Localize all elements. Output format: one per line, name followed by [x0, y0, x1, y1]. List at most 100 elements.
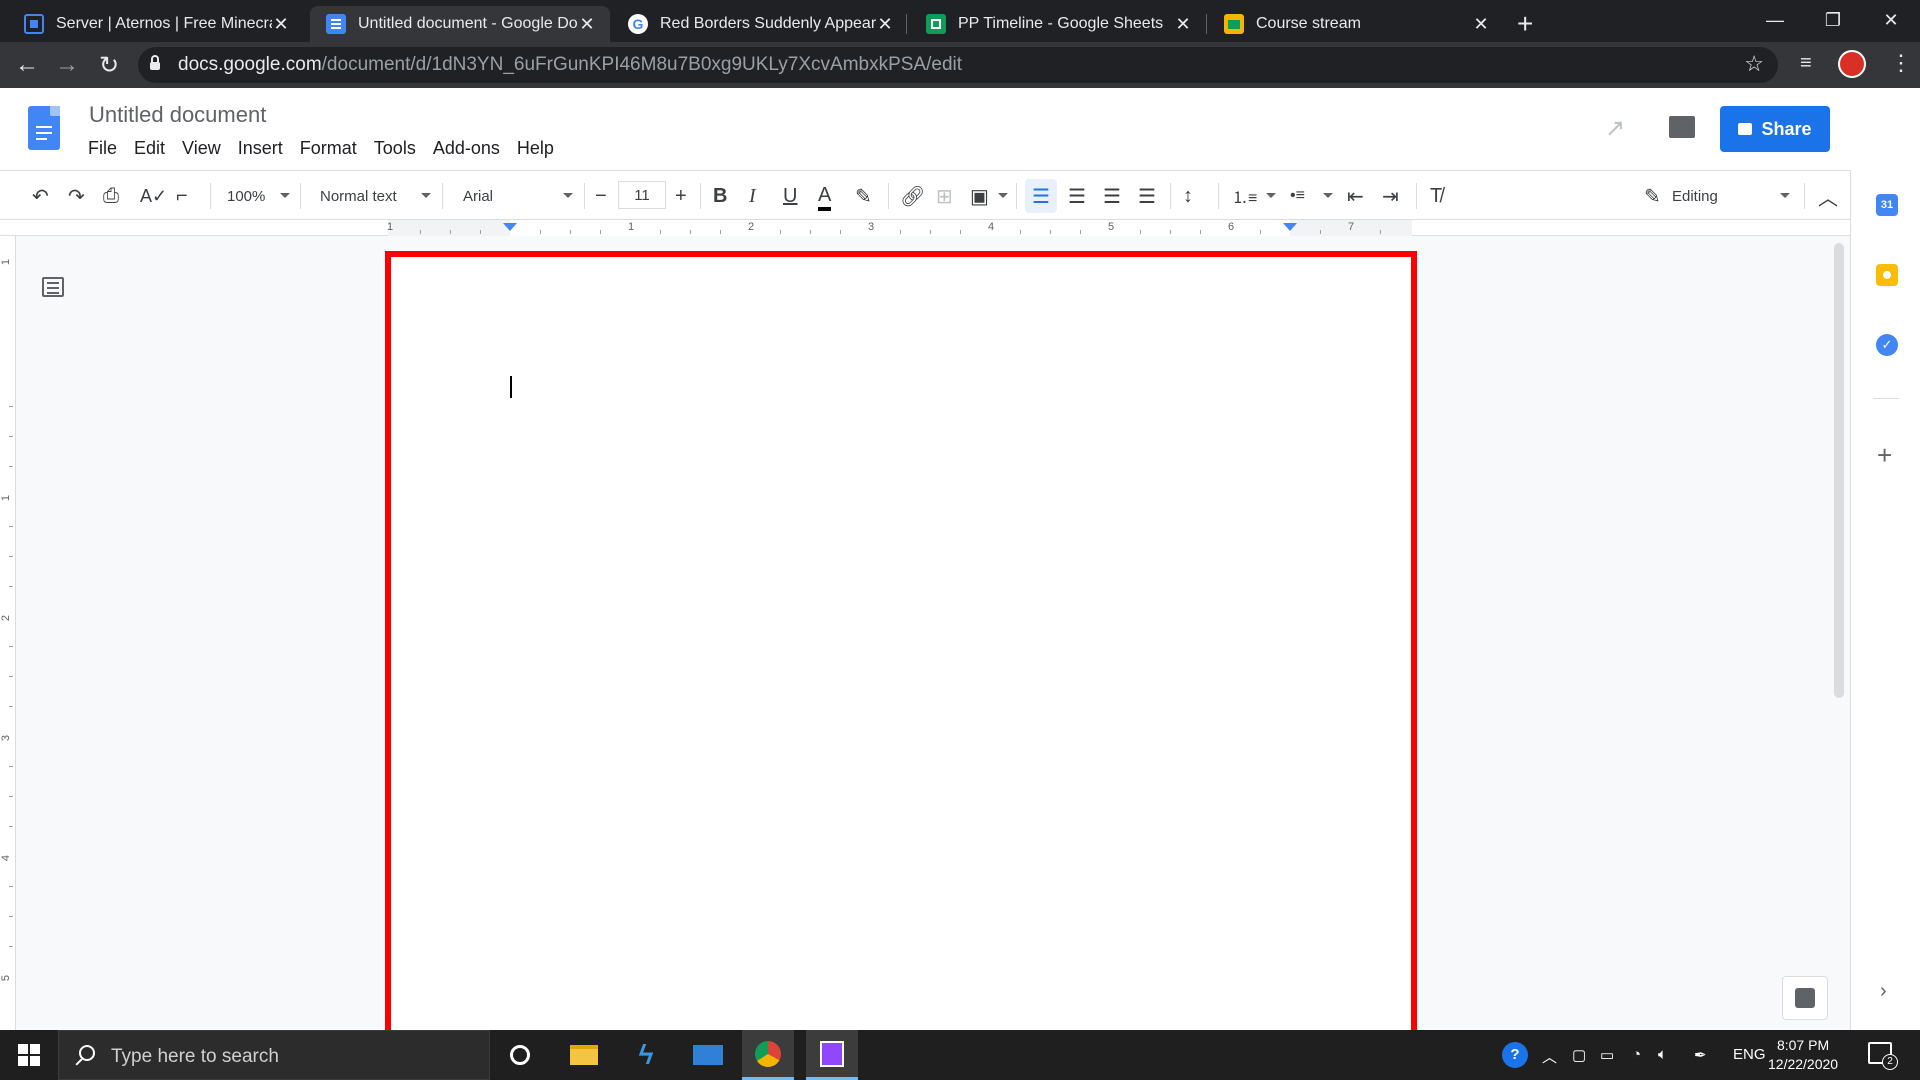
- insert-image-icon[interactable]: ▣: [970, 183, 989, 209]
- close-icon[interactable]: ✕: [1174, 14, 1192, 35]
- cortana-icon[interactable]: [494, 1030, 546, 1080]
- paint-format-icon[interactable]: ⌐: [176, 183, 188, 209]
- editing-mode-pencil-icon[interactable]: ✎: [1644, 183, 1661, 209]
- close-window-button[interactable]: ✕: [1864, 0, 1918, 40]
- menu-view[interactable]: View: [182, 138, 221, 159]
- document-outline-icon[interactable]: [42, 277, 64, 297]
- paragraph-style-select[interactable]: Normal text: [320, 183, 397, 209]
- back-button[interactable]: ←: [12, 50, 42, 80]
- increase-indent-icon[interactable]: ⇥: [1382, 183, 1399, 209]
- decrease-indent-icon[interactable]: ⇤: [1347, 183, 1364, 209]
- chevron-down-icon[interactable]: [1780, 193, 1790, 198]
- google-calendar-icon[interactable]: 31: [1876, 194, 1898, 216]
- activity-dashboard-icon[interactable]: ↗: [1605, 114, 1631, 142]
- menu-insert[interactable]: Insert: [238, 138, 283, 159]
- right-indent-marker[interactable]: [1283, 223, 1297, 231]
- align-right-icon[interactable]: ☰: [1103, 183, 1121, 209]
- google-tasks-icon[interactable]: ✓: [1876, 334, 1898, 356]
- clock[interactable]: 8:07 PM 12/22/2020: [1768, 1036, 1838, 1074]
- browser-menu-icon[interactable]: ⋮: [1890, 50, 1912, 76]
- get-add-ons-plus-icon[interactable]: +: [1877, 440, 1892, 471]
- tab-google-docs[interactable]: Untitled document - Google Docs ✕: [310, 6, 610, 42]
- volume-icon[interactable]: 🔈︎: [1658, 1046, 1667, 1063]
- tab-red-borders[interactable]: G Red Borders Suddenly Appearing ✕: [612, 6, 908, 42]
- chevron-down-icon[interactable]: [421, 193, 431, 198]
- document-page[interactable]: [385, 251, 1417, 1051]
- close-icon[interactable]: ✕: [272, 14, 290, 35]
- increase-font-size-icon[interactable]: +: [675, 183, 687, 209]
- chevron-down-icon[interactable]: [280, 193, 290, 198]
- profile-avatar[interactable]: [1838, 50, 1866, 78]
- insert-link-icon[interactable]: 🔗︎: [900, 183, 925, 209]
- menu-tools[interactable]: Tools: [374, 138, 416, 159]
- editing-mode-select[interactable]: Editing: [1672, 183, 1718, 209]
- document-title[interactable]: Untitled document: [89, 102, 266, 128]
- share-button[interactable]: Share: [1720, 106, 1830, 152]
- twitch-icon[interactable]: [806, 1030, 858, 1080]
- chrome-icon[interactable]: [742, 1030, 794, 1080]
- clear-formatting-icon[interactable]: T̸: [1430, 183, 1442, 209]
- menu-format[interactable]: Format: [300, 138, 357, 159]
- tab-pp-timeline[interactable]: PP Timeline - Google Sheets ✕: [910, 6, 1206, 42]
- redo-icon[interactable]: ↷: [68, 183, 85, 209]
- bulleted-list-icon[interactable]: •≡: [1290, 183, 1305, 209]
- justify-icon[interactable]: ☰: [1138, 183, 1156, 209]
- horizontal-ruler[interactable]: 1 1 2 3 4 5 6 7: [0, 220, 1850, 236]
- align-left-icon[interactable]: ☰: [1032, 183, 1050, 209]
- align-center-icon[interactable]: ☰: [1068, 183, 1086, 209]
- menu-edit[interactable]: Edit: [134, 138, 165, 159]
- lock-icon[interactable]: [150, 55, 160, 70]
- restore-button[interactable]: ❐: [1806, 0, 1860, 40]
- chevron-right-icon[interactable]: ›: [1880, 980, 1887, 1003]
- google-docs-logo-icon[interactable]: [28, 106, 60, 150]
- show-hidden-icons-chevron[interactable]: ︿: [1542, 1046, 1557, 1067]
- forward-button[interactable]: →: [52, 50, 82, 80]
- chevron-down-icon[interactable]: [998, 193, 1008, 198]
- chevron-down-icon[interactable]: [1323, 193, 1333, 198]
- underline-icon[interactable]: U: [783, 183, 797, 209]
- chevron-down-icon[interactable]: [1266, 193, 1276, 198]
- hide-menus-chevron-up-icon[interactable]: ︿: [1818, 183, 1838, 210]
- tab-aternos[interactable]: Server | Aternos | Free Minecraft ✕: [8, 6, 304, 42]
- omnibox[interactable]: docs.google.com/document/d/1dN3YN_6uFrGu…: [138, 47, 1778, 83]
- windows-start-icon[interactable]: [18, 1044, 40, 1066]
- add-comment-icon[interactable]: ⊞: [936, 183, 953, 209]
- menu-file[interactable]: File: [88, 138, 117, 159]
- tab-course-stream[interactable]: Course stream ✕: [1208, 6, 1504, 42]
- left-indent-marker[interactable]: [503, 223, 517, 231]
- google-keep-icon[interactable]: [1876, 264, 1898, 286]
- new-tab-button[interactable]: +: [1517, 8, 1533, 40]
- media-control-icon[interactable]: ≡: [1800, 52, 1812, 75]
- bold-icon[interactable]: B: [713, 183, 727, 209]
- notification-center-icon[interactable]: 2: [1868, 1042, 1898, 1070]
- undo-icon[interactable]: ↶: [32, 183, 49, 209]
- line-spacing-icon[interactable]: ↕: [1183, 183, 1193, 209]
- url-text[interactable]: docs.google.com/document/d/1dN3YN_6uFrGu…: [178, 54, 962, 76]
- menu-help[interactable]: Help: [517, 138, 554, 159]
- font-size-input[interactable]: 11: [618, 181, 666, 209]
- help-question-icon[interactable]: ?: [1502, 1042, 1528, 1068]
- decrease-font-size-icon[interactable]: −: [595, 183, 607, 209]
- language-indicator[interactable]: ENG: [1733, 1046, 1766, 1063]
- wifi-icon[interactable]: ◔: [1632, 1046, 1641, 1063]
- minimize-button[interactable]: —: [1748, 0, 1802, 40]
- text-color-icon[interactable]: A: [818, 183, 832, 211]
- comment-history-icon[interactable]: [1669, 116, 1695, 138]
- vertical-scrollbar[interactable]: [1834, 243, 1844, 698]
- bookmark-star-icon[interactable]: ☆: [1744, 51, 1764, 77]
- numbered-list-icon[interactable]: ⒈≡: [1232, 183, 1257, 209]
- vertical-ruler[interactable]: 1 1 2 3 4 5: [0, 236, 16, 1030]
- spellcheck-icon[interactable]: A✓: [140, 183, 167, 209]
- highlight-color-icon[interactable]: ✎: [855, 183, 872, 209]
- print-icon[interactable]: ⎙: [103, 183, 119, 209]
- font-select[interactable]: Arial: [463, 183, 493, 209]
- close-icon[interactable]: ✕: [578, 14, 596, 35]
- mail-icon[interactable]: [682, 1030, 734, 1080]
- meet-now-icon[interactable]: ▢: [1572, 1046, 1586, 1064]
- reload-button[interactable]: ↻: [94, 50, 124, 80]
- italic-icon[interactable]: I: [749, 183, 756, 209]
- visual-studio-icon[interactable]: ϟ: [620, 1030, 672, 1080]
- file-explorer-icon[interactable]: [558, 1030, 610, 1080]
- close-icon[interactable]: ✕: [1472, 14, 1490, 35]
- close-icon[interactable]: ✕: [876, 14, 894, 35]
